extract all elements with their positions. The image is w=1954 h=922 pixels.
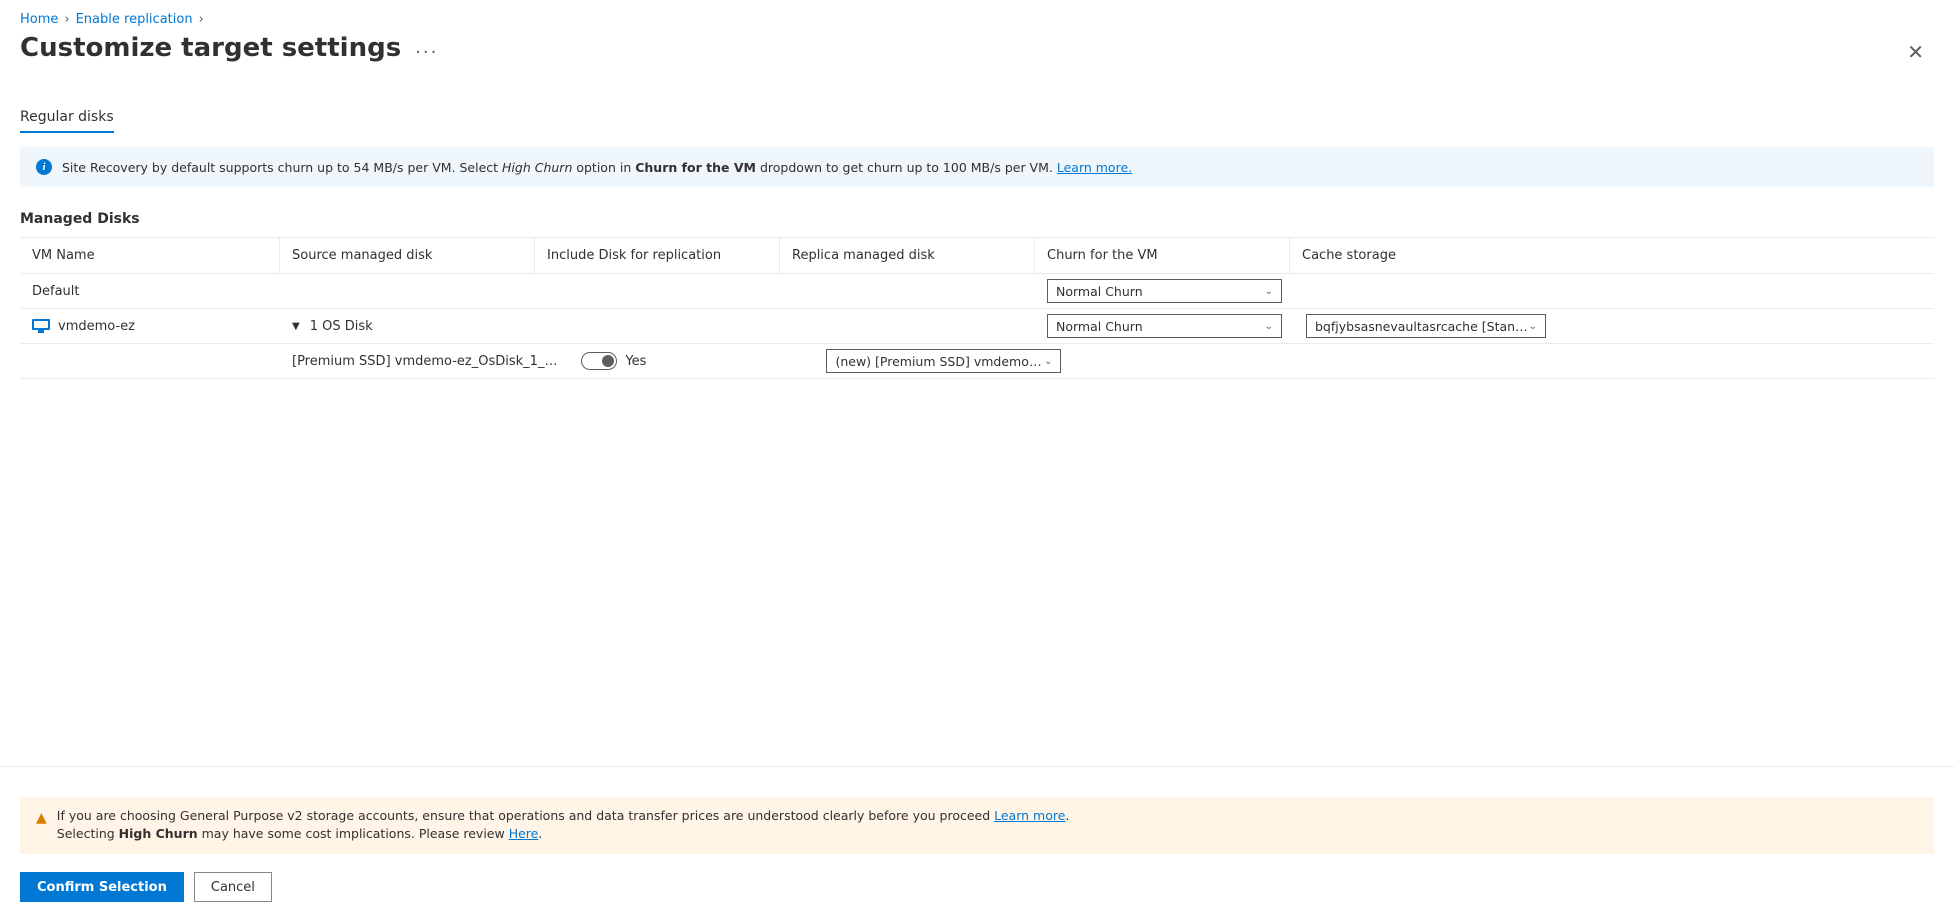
page-title: Customize target settings	[20, 33, 401, 63]
default-label: Default	[20, 279, 280, 304]
more-actions-icon[interactable]: ···	[415, 42, 438, 63]
include-disk-label: Yes	[625, 354, 646, 369]
chevron-down-icon: ⌄	[1265, 286, 1273, 297]
info-icon: i	[36, 159, 52, 175]
vm-churn-dropdown[interactable]: Normal Churn ⌄	[1047, 314, 1282, 338]
chevron-down-icon: ⌄	[1044, 356, 1052, 367]
chevron-right-icon: ›	[199, 12, 204, 27]
os-disk-summary: 1 OS Disk	[310, 319, 373, 334]
col-churn: Churn for the VM	[1035, 238, 1290, 273]
cancel-button[interactable]: Cancel	[194, 872, 272, 902]
warning-icon: ▲	[36, 808, 47, 845]
default-churn-dropdown[interactable]: Normal Churn ⌄	[1047, 279, 1282, 303]
source-disk-name: [Premium SSD] vmdemo-ez_OsDisk_1_…	[292, 354, 557, 369]
col-cache: Cache storage	[1290, 238, 1934, 273]
table-row-disk: [Premium SSD] vmdemo-ez_OsDisk_1_… Yes (…	[20, 344, 1934, 379]
vm-icon	[32, 319, 50, 333]
col-replica: Replica managed disk	[780, 238, 1035, 273]
col-include: Include Disk for replication	[535, 238, 780, 273]
confirm-selection-button[interactable]: Confirm Selection	[20, 872, 184, 902]
warning-text: If you are choosing General Purpose v2 s…	[57, 807, 1070, 845]
table-row-default: Default Normal Churn ⌄	[20, 274, 1934, 309]
replica-disk-dropdown[interactable]: (new) [Premium SSD] vmdemo-ez_… ⌄	[826, 349, 1061, 373]
table-row-vm: vmdemo-ez ▼ 1 OS Disk Normal Churn ⌄ bqf…	[20, 309, 1934, 344]
warning-banner: ▲ If you are choosing General Purpose v2…	[20, 797, 1934, 855]
managed-disks-heading: Managed Disks	[20, 211, 1934, 227]
table-header: VM Name Source managed disk Include Disk…	[20, 238, 1934, 274]
expand-caret-icon[interactable]: ▼	[292, 321, 300, 332]
breadcrumb-enable-replication[interactable]: Enable replication	[76, 12, 193, 27]
info-text: Site Recovery by default supports churn …	[62, 160, 1132, 175]
managed-disks-table: VM Name Source managed disk Include Disk…	[20, 237, 1934, 379]
info-learn-more-link[interactable]: Learn more.	[1057, 160, 1132, 175]
breadcrumb: Home › Enable replication ›	[20, 10, 1934, 31]
col-source: Source managed disk	[280, 238, 535, 273]
chevron-down-icon: ⌄	[1529, 321, 1537, 332]
chevron-down-icon: ⌄	[1265, 321, 1273, 332]
include-disk-toggle[interactable]	[581, 352, 617, 370]
breadcrumb-home[interactable]: Home	[20, 12, 58, 27]
tab-regular-disks[interactable]: Regular disks	[20, 103, 114, 133]
info-banner: i Site Recovery by default supports chur…	[20, 147, 1934, 187]
vm-name: vmdemo-ez	[58, 319, 135, 334]
col-vm-name: VM Name	[20, 238, 280, 273]
close-icon[interactable]: ✕	[1897, 34, 1934, 70]
chevron-right-icon: ›	[64, 12, 69, 27]
cache-storage-dropdown[interactable]: bqfjybsasnevaultasrcache [Standar… ⌄	[1306, 314, 1546, 338]
warn-learn-more-link[interactable]: Learn more	[994, 808, 1065, 823]
warn-here-link[interactable]: Here	[509, 826, 539, 841]
